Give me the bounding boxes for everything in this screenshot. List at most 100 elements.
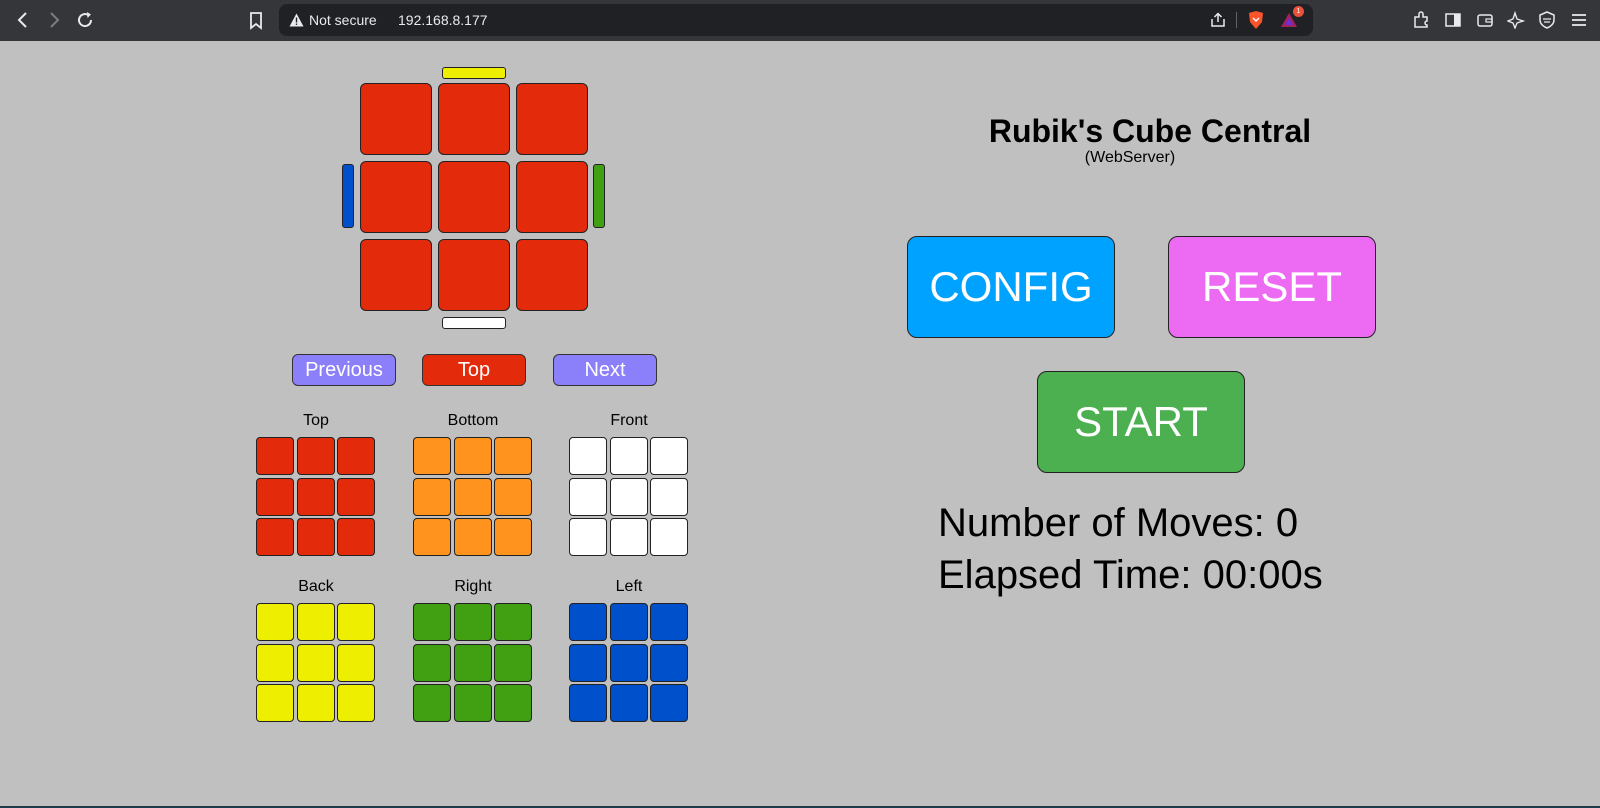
omnibox-divider xyxy=(1236,12,1237,28)
start-button[interactable]: START xyxy=(1037,371,1245,473)
face-front-sticker xyxy=(650,437,688,475)
face-front-sticker xyxy=(609,437,648,475)
face-label-top: Top xyxy=(303,412,329,429)
face-top-sticker xyxy=(256,437,294,475)
sidebar-icon[interactable] xyxy=(1442,9,1464,31)
face-top-sticker xyxy=(337,437,375,475)
warning-icon[interactable] xyxy=(289,13,304,27)
face-right-sticker xyxy=(413,643,451,682)
share-icon[interactable] xyxy=(1208,10,1228,30)
url-text[interactable]: 192.168.8.177 xyxy=(398,12,488,28)
face-left-sticker xyxy=(650,643,688,682)
main-face-sticker[interactable] xyxy=(360,239,432,311)
page-title: Rubik's Cube Central xyxy=(988,113,1312,149)
face-label-right: Right xyxy=(454,578,492,595)
face-bottom-sticker xyxy=(453,477,492,516)
edge-left-indicator xyxy=(342,164,354,228)
main-face-sticker[interactable] xyxy=(360,83,432,155)
main-face-sticker[interactable] xyxy=(360,161,432,233)
face-top-sticker xyxy=(256,518,294,556)
bookmark-icon[interactable] xyxy=(244,8,268,32)
face-right-sticker xyxy=(494,643,532,682)
face-right-sticker xyxy=(453,643,492,682)
face-bottom-sticker xyxy=(413,437,451,475)
face-label-left: Left xyxy=(615,578,643,595)
face-back-sticker xyxy=(296,603,335,641)
moves-label: Number of Moves: xyxy=(938,501,1265,545)
face-top-sticker xyxy=(296,477,335,516)
menu-icon[interactable] xyxy=(1568,9,1590,31)
next-button[interactable]: Next xyxy=(553,354,657,386)
face-bottom-sticker xyxy=(453,437,492,475)
face-left-sticker xyxy=(609,603,648,641)
edge-right-indicator xyxy=(593,164,605,228)
main-face-sticker[interactable] xyxy=(516,161,588,233)
face-front-sticker xyxy=(650,518,688,556)
face-left-sticker xyxy=(569,603,607,641)
browser-toolbar: Not secure 192.168.8.177 1 xyxy=(0,0,1600,41)
face-front-sticker xyxy=(569,437,607,475)
rewards-badge: 1 xyxy=(1293,6,1304,17)
face-right-sticker xyxy=(453,684,492,722)
main-face-sticker[interactable] xyxy=(438,83,510,155)
elapsed-time: Elapsed Time: 00:00s xyxy=(938,553,1323,598)
face-front-sticker xyxy=(569,477,607,516)
face-back-sticker xyxy=(256,684,294,722)
reload-icon[interactable] xyxy=(73,8,97,32)
edge-bottom-indicator xyxy=(442,317,506,329)
wallet-icon[interactable] xyxy=(1474,9,1496,31)
main-face-sticker[interactable] xyxy=(438,161,510,233)
address-bar[interactable]: Not secure 192.168.8.177 1 xyxy=(279,4,1313,36)
face-left-sticker xyxy=(609,643,648,682)
reset-button[interactable]: RESET xyxy=(1168,236,1376,338)
face-bottom-sticker xyxy=(413,477,451,516)
face-back-sticker xyxy=(256,603,294,641)
back-icon[interactable] xyxy=(11,8,35,32)
face-bottom-sticker xyxy=(494,437,532,475)
face-left-sticker xyxy=(650,684,688,722)
face-left-sticker xyxy=(569,684,607,722)
face-top-sticker xyxy=(296,437,335,475)
face-front-sticker xyxy=(569,518,607,556)
previous-button[interactable]: Previous xyxy=(292,354,396,386)
brave-shields-icon[interactable] xyxy=(1246,10,1266,30)
vpn-icon[interactable] xyxy=(1536,9,1558,31)
face-bottom-sticker xyxy=(413,518,451,556)
face-left-sticker xyxy=(650,603,688,641)
leo-ai-icon[interactable] xyxy=(1505,9,1527,31)
page-content: Previous Top Next Top Bottom Front Back Righ… xyxy=(0,41,1600,808)
not-secure-label[interactable]: Not secure xyxy=(309,12,377,28)
moves-counter: Number of Moves: 0 xyxy=(938,501,1298,546)
time-label: Elapsed Time: xyxy=(938,553,1192,597)
face-right-sticker xyxy=(494,684,532,722)
edge-top-indicator xyxy=(442,67,506,79)
face-top-sticker xyxy=(256,477,294,516)
face-back-sticker xyxy=(337,603,375,641)
face-front-sticker xyxy=(650,477,688,516)
main-face-sticker[interactable] xyxy=(516,239,588,311)
face-bottom-sticker xyxy=(453,518,492,556)
time-value: 00:00s xyxy=(1202,553,1323,597)
face-top-sticker xyxy=(337,518,375,556)
forward-icon[interactable] xyxy=(42,8,66,32)
face-back-sticker xyxy=(337,684,375,722)
brave-rewards-icon[interactable]: 1 xyxy=(1279,6,1304,30)
face-right-sticker xyxy=(453,603,492,641)
main-face-sticker[interactable] xyxy=(516,83,588,155)
face-right-sticker xyxy=(413,603,451,641)
face-back-sticker xyxy=(296,684,335,722)
main-face-sticker[interactable] xyxy=(438,239,510,311)
face-left-sticker xyxy=(569,643,607,682)
config-button[interactable]: CONFIG xyxy=(907,236,1115,338)
current-face-button[interactable]: Top xyxy=(422,354,526,386)
face-back-sticker xyxy=(256,643,294,682)
extensions-icon[interactable] xyxy=(1410,9,1432,31)
face-bottom-sticker xyxy=(494,477,532,516)
face-front-sticker xyxy=(609,477,648,516)
face-bottom-sticker xyxy=(494,518,532,556)
face-top-sticker xyxy=(296,518,335,556)
face-left-sticker xyxy=(609,684,648,722)
face-label-bottom: Bottom xyxy=(447,412,499,429)
face-front-sticker xyxy=(609,518,648,556)
page-subtitle: (WebServer) xyxy=(1084,149,1176,166)
